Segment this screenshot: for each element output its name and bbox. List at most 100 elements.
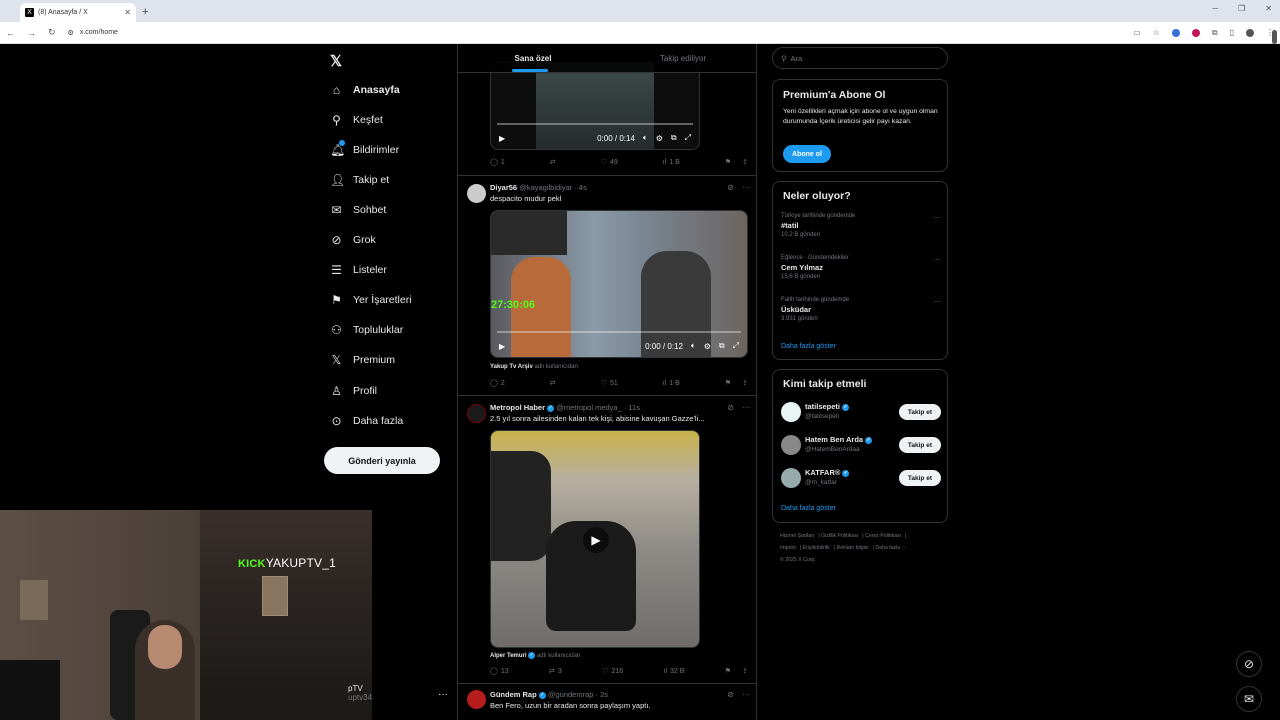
follow-button[interactable]: Takip et bbox=[898, 437, 941, 453]
tweet[interactable]: Gündem Rap ✓ @gundemrap · 2s ⊘ ··· Ben Fe… bbox=[458, 684, 756, 720]
footer-link[interactable]: Daha fazla ··· bbox=[875, 545, 906, 551]
reload-icon[interactable]: ↻ bbox=[48, 27, 56, 38]
back-icon[interactable]: ← bbox=[6, 28, 15, 38]
sidebar-icon[interactable]: ▯ bbox=[1230, 28, 1234, 37]
fullscreen-icon[interactable]: ⤢ bbox=[685, 133, 691, 143]
retweet-button[interactable]: ⇄ bbox=[550, 158, 556, 166]
attribution-name[interactable]: Alper Temuri bbox=[490, 653, 527, 659]
share-icon[interactable]: ⇪ bbox=[742, 379, 748, 387]
views-button[interactable]: ıl 1 B bbox=[663, 158, 680, 166]
settings-icon[interactable]: ⚙ bbox=[704, 342, 711, 351]
views-button[interactable]: ıl 1 B bbox=[663, 379, 680, 387]
follow-button[interactable]: Takip et bbox=[898, 470, 941, 486]
browser-tab[interactable]: X (8) Anasayfa / X ✕ bbox=[20, 3, 136, 22]
account-switcher[interactable]: pTV uptv34 bbox=[348, 684, 372, 702]
pip-icon[interactable]: ⧉ bbox=[719, 341, 725, 351]
follow-suggestion[interactable]: Hatem Ben Arda ✓ @HatemBenArdaa Takip et bbox=[781, 433, 941, 457]
author-name[interactable]: Metropol Haber bbox=[490, 403, 545, 412]
nav-item[interactable]: 👤︎ Takip et bbox=[330, 173, 389, 187]
puzzle-icon[interactable]: ⧉ bbox=[1212, 28, 1218, 38]
author-handle[interactable]: @kayagilbidiyar · 4s bbox=[519, 183, 587, 192]
subscribe-button[interactable]: Abone ol bbox=[783, 145, 831, 163]
settings-icon[interactable]: ⚙ bbox=[656, 134, 663, 143]
bookmark-button[interactable]: ⚑ ⇪ bbox=[725, 667, 748, 675]
footer-link[interactable]: Imprint bbox=[780, 545, 796, 551]
tab-for-you[interactable]: Sana özel bbox=[458, 44, 608, 72]
tweet-video[interactable]: 27:30:06 ▶ 0:00 / 0:12 🔈︎ ⚙ ⧉ ⤢ bbox=[490, 210, 748, 358]
show-more-trends-link[interactable]: Daha fazla göster bbox=[781, 343, 836, 350]
reply-button[interactable]: ◯ 1 bbox=[490, 158, 505, 167]
more-icon[interactable]: ··· bbox=[742, 690, 750, 699]
post-button[interactable]: Gönderi yayınla bbox=[324, 447, 440, 474]
more-icon[interactable]: ··· bbox=[933, 297, 941, 306]
site-info-icon[interactable]: ⚙ bbox=[68, 29, 74, 37]
tab-following[interactable]: Takip ediliyor bbox=[608, 44, 756, 72]
close-window-icon[interactable]: ✕ bbox=[1265, 4, 1272, 13]
like-button[interactable]: ♡ 51 bbox=[601, 379, 618, 388]
author-handle[interactable]: @gundemrap · 2s bbox=[548, 690, 608, 699]
retweet-button[interactable]: ⇄ 3 bbox=[549, 667, 562, 676]
tweet[interactable]: Metropol Haber ✓ @metropol.medya_ · 11s … bbox=[458, 396, 756, 684]
nav-item[interactable]: ✉ Sohbet bbox=[330, 203, 386, 217]
forward-icon[interactable]: → bbox=[27, 28, 36, 38]
bookmark-star-icon[interactable]: ☆ bbox=[1153, 28, 1160, 37]
share-icon[interactable]: ⇪ bbox=[742, 667, 748, 675]
minimize-icon[interactable]: ─ bbox=[1212, 4, 1218, 13]
grok-icon[interactable]: ⊘ bbox=[727, 183, 734, 192]
tweet-video[interactable]: ▶ 0:00 / 0:14 🔈︎ ⚙ ⧉ ⤢ bbox=[490, 62, 700, 150]
avatar[interactable] bbox=[467, 184, 486, 203]
search-input[interactable]: ⚲ Ara bbox=[772, 47, 948, 69]
avatar[interactable] bbox=[781, 468, 801, 488]
footer-link[interactable]: Gizlilik Politikası bbox=[821, 533, 858, 539]
author-name[interactable]: Diyar56 bbox=[490, 183, 517, 192]
profile-avatar[interactable] bbox=[1246, 28, 1254, 37]
nav-item[interactable]: 🔔︎ Bildirimler bbox=[330, 140, 399, 157]
volume-icon[interactable]: 🔈︎ bbox=[691, 341, 696, 351]
author-name[interactable]: Gündem Rap bbox=[490, 690, 537, 699]
avatar[interactable] bbox=[467, 690, 486, 709]
more-icon[interactable]: ··· bbox=[933, 213, 941, 222]
footer-link[interactable]: Hizmet Şartları bbox=[780, 533, 814, 539]
more-icon[interactable]: ··· bbox=[742, 183, 750, 192]
tab-close-icon[interactable]: ✕ bbox=[124, 8, 131, 17]
video-progress[interactable] bbox=[497, 123, 693, 125]
new-tab-icon[interactable]: + bbox=[142, 6, 148, 18]
tweet-video[interactable]: ▶ bbox=[490, 430, 700, 648]
tweet[interactable]: Diyar56 @kayagilbidiyar · 4s ⊘ ··· despac… bbox=[458, 176, 756, 396]
nav-item[interactable]: ⊙ Daha fazla bbox=[330, 414, 403, 428]
like-button[interactable]: ♡ 49 bbox=[601, 158, 618, 167]
x-logo-icon[interactable]: 𝕏 bbox=[330, 52, 342, 70]
nav-item[interactable]: ☰ Listeler bbox=[330, 263, 387, 277]
bookmark-button[interactable]: ⚑ ⇪ bbox=[725, 379, 748, 387]
follow-suggestion[interactable]: tatilsepeti ✓ @tatilsepeti Takip et bbox=[781, 400, 941, 424]
nav-item[interactable]: ⊘ Grok bbox=[330, 233, 375, 247]
bookmark-button[interactable]: ⚑ ⇪ bbox=[725, 158, 748, 166]
trend-item[interactable]: Eğlence · Gündemdekiler Cem Yılmaz 15,6 … bbox=[781, 255, 941, 280]
grok-icon[interactable]: ⊘ bbox=[727, 690, 734, 699]
cast-icon[interactable]: ▭ bbox=[1133, 28, 1141, 37]
reply-button[interactable]: ◯ 2 bbox=[490, 379, 505, 388]
maximize-icon[interactable]: ❐ bbox=[1238, 4, 1245, 13]
follow-suggestion[interactable]: KATFAR® ✓ @m_katfar Takip et bbox=[781, 466, 941, 490]
nav-item[interactable]: ⚇ Topluluklar bbox=[330, 323, 403, 337]
share-icon[interactable]: ⇪ bbox=[742, 158, 748, 166]
show-more-follow-link[interactable]: Daha fazla göster bbox=[781, 505, 836, 512]
avatar[interactable] bbox=[467, 404, 486, 423]
video-progress[interactable] bbox=[497, 331, 741, 333]
footer-link[interactable]: Erişilebilirlik bbox=[803, 545, 830, 551]
extension-icon[interactable] bbox=[1191, 28, 1200, 37]
play-overlay-icon[interactable]: ▶ bbox=[583, 527, 609, 553]
author-handle[interactable]: @metropol.medya_ · 11s bbox=[556, 403, 640, 412]
nav-item[interactable]: 𝕏 Premium bbox=[330, 353, 395, 367]
grok-icon[interactable]: ⊘ bbox=[727, 403, 734, 412]
pip-icon[interactable]: ⧉ bbox=[671, 133, 677, 143]
follow-button[interactable]: Takip et bbox=[898, 404, 941, 420]
avatar[interactable] bbox=[781, 435, 801, 455]
nav-item[interactable]: ⚲ Keşfet bbox=[330, 113, 383, 127]
url-field[interactable]: ⚙ x.com/home bbox=[68, 25, 1122, 41]
more-icon[interactable]: ··· bbox=[742, 403, 750, 412]
extension-icon[interactable] bbox=[1171, 28, 1180, 37]
fullscreen-icon[interactable]: ⤢ bbox=[733, 341, 739, 351]
avatar[interactable] bbox=[781, 402, 801, 422]
play-icon[interactable]: ▶ bbox=[499, 342, 505, 351]
